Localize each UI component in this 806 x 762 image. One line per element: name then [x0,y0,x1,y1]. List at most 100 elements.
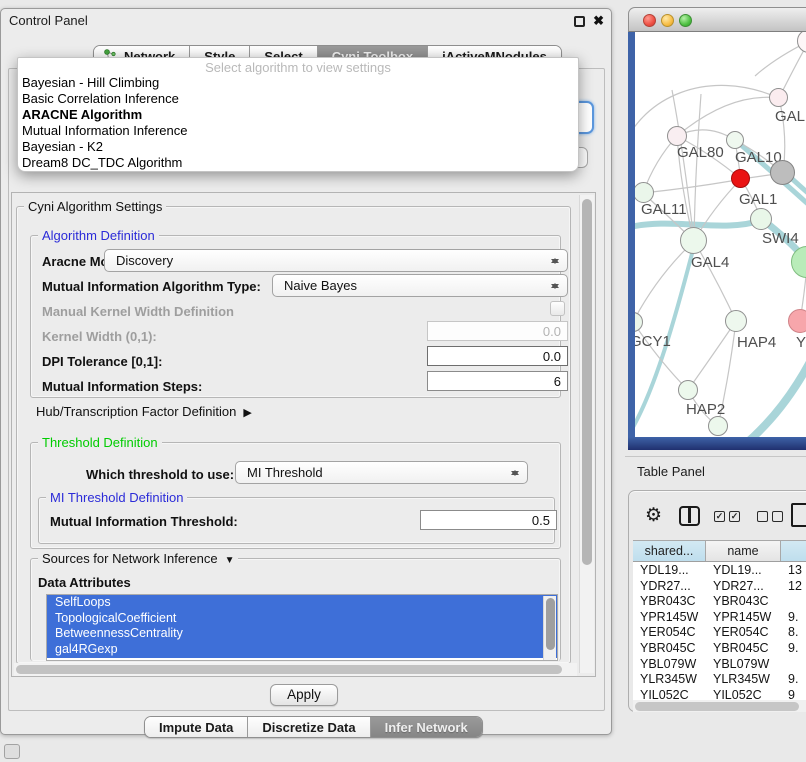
mi-type-combo[interactable]: Naive Bayes [272,274,568,297]
list-item[interactable]: SelfLoops [47,595,557,611]
dropdown-item[interactable]: Basic Correlation Inference [18,91,578,107]
dropdown-items: Bayesian - Hill ClimbingBasic Correlatio… [18,75,578,171]
network-node[interactable] [750,208,772,230]
dropdown-item[interactable]: ARACNE Algorithm [18,107,578,123]
cell-shared-name: YDR27... [633,579,706,595]
checked-checkbox-icon[interactable]: ✓ [714,511,725,522]
gear-icon[interactable]: ⚙ [645,504,662,527]
table-horizontal-scrollbar[interactable] [633,700,806,712]
unchecked-checkbox-icon[interactable] [757,511,768,522]
document-icon[interactable] [791,503,806,527]
list-item[interactable]: gal4RGexp [47,642,557,658]
dropdown-item[interactable]: Bayesian - Hill Climbing [18,75,578,91]
network-node-label: HAP4 [737,334,776,351]
network-node[interactable] [770,160,795,185]
table-row[interactable]: YBL079W YBL079W [633,657,806,673]
cell-value: 13 [781,563,806,579]
zoom-traffic-light-icon[interactable] [679,14,692,27]
sources-group-title[interactable]: Sources for Network Inference▼ [38,551,238,566]
cell-shared-name: YER054C [633,625,706,641]
aracne-mode-combo[interactable]: Discovery [104,249,568,272]
table-row[interactable]: YDR27... YDR27... 12 [633,579,806,595]
network-node[interactable] [769,88,788,107]
cell-value [781,657,806,673]
network-view-window: GAL GAL80 GAL10 GAL1 [628,7,806,450]
network-node[interactable] [731,169,750,188]
checked-checkbox-icon[interactable]: ✓ [729,511,740,522]
list-item[interactable]: BetweennessCentrality [47,626,557,642]
table-row[interactable]: YLR345W YLR345W 9. [633,672,806,688]
tab[interactable]: Discretize Data [247,717,369,737]
mi-threshold-label: Mutual Information Threshold: [50,514,238,529]
cell-name: YBR043C [706,594,781,610]
column-header[interactable]: shared... [633,541,706,561]
column-header[interactable] [781,541,806,561]
cell-value: 8. [781,625,806,641]
float-window-icon[interactable] [574,16,585,27]
expander-collapsed-icon: ▶ [243,407,251,419]
tab[interactable]: Infer Network [370,717,482,737]
network-node-label: GAL4 [691,254,729,271]
settings-vertical-scrollbar[interactable] [579,195,594,673]
dpi-tolerance-label: DPI Tolerance [0,1]: [42,354,162,369]
close-traffic-light-icon[interactable] [643,14,656,27]
cell-name: YBR045C [706,641,781,657]
dropdown-item[interactable]: Mutual Information Inference [18,123,578,139]
manual-kernel-checkbox[interactable] [550,301,565,316]
unchecked-checkbox-icon[interactable] [772,511,783,522]
table-row[interactable]: YIL052C YIL052C 9 [633,688,806,700]
settings-horizontal-scrollbar[interactable] [14,663,577,676]
apply-button[interactable]: Apply [270,684,338,706]
table-row[interactable]: YBR045C YBR045C 9. [633,641,806,657]
list-item[interactable]: TopologicalCoefficient [47,611,557,627]
network-node[interactable] [667,126,687,146]
which-threshold-combo[interactable]: MI Threshold [235,461,528,484]
mi-steps-field[interactable] [427,371,568,391]
network-node[interactable] [708,416,728,436]
list-vertical-scrollbar[interactable] [543,596,556,660]
cell-name: YIL052C [706,688,781,700]
split-columns-icon[interactable] [679,506,700,526]
cell-value: 9. [781,672,806,688]
cell-value: 12 [781,579,806,595]
network-window-titlebar[interactable] [628,7,806,32]
close-icon[interactable]: ✖ [593,13,604,29]
dropdown-item[interactable]: Bayesian - K2 [18,139,578,155]
table-rows: YDL19... YDL19... 13 YDR27... YDR27... 1… [633,563,806,700]
collapsed-panel-icon[interactable] [4,744,20,759]
cell-shared-name: YBR045C [633,641,706,657]
table-row[interactable]: YDL19... YDL19... 13 [633,563,806,579]
minimize-traffic-light-icon[interactable] [661,14,674,27]
tab[interactable]: Impute Data [145,717,247,737]
hub-expander[interactable]: Hub/Transcription Factor Definition▶ [36,404,252,419]
mi-type-value: Naive Bayes [273,278,357,293]
control-panel-titlebar: Control Panel ✖ [1,9,611,33]
network-node[interactable] [725,310,747,332]
column-header[interactable]: name [706,541,781,561]
network-node[interactable] [680,227,707,254]
mi-threshold-field[interactable] [420,510,557,530]
table-header: shared...name [633,540,806,562]
cell-shared-name: YBL079W [633,657,706,673]
table-row[interactable]: YER054C YER054C 8. [633,625,806,641]
network-window-frame: GAL GAL80 GAL10 GAL1 [628,32,806,450]
table-row[interactable]: YPR145W YPR145W 9. [633,610,806,626]
cell-value: 9 [781,688,806,700]
attr-items: SelfLoopsTopologicalCoefficientBetweenne… [47,595,557,658]
mi-type-label: Mutual Information Algorithm Type: [42,279,261,294]
cell-shared-name: YBR043C [633,594,706,610]
network-node[interactable] [788,309,806,333]
dpi-tolerance-field[interactable] [427,346,568,366]
network-canvas[interactable]: GAL GAL80 GAL10 GAL1 [635,32,806,437]
panel-divider [625,456,806,457]
cell-value: 9. [781,610,806,626]
kernel-width-label: Kernel Width (0,1): [42,329,157,344]
network-node[interactable] [726,131,744,149]
cell-name: YPR145W [706,610,781,626]
table-row[interactable]: YBR043C YBR043C [633,594,806,610]
cell-shared-name: YLR345W [633,672,706,688]
kernel-width-field[interactable] [427,321,568,341]
control-panel-bottom-tabs: Impute DataDiscretize DataInfer Network [144,716,483,738]
network-node[interactable] [678,380,698,400]
dropdown-item[interactable]: Dream8 DC_TDC Algorithm [18,155,578,171]
